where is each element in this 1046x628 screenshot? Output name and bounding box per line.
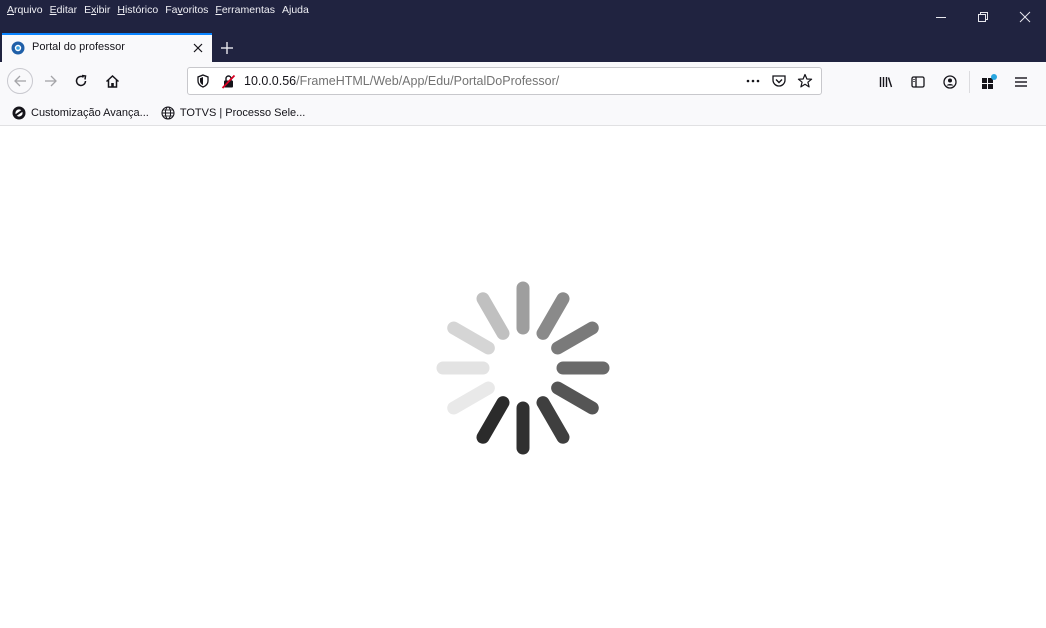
minimize-button[interactable] xyxy=(920,0,962,33)
sidebar-button[interactable] xyxy=(903,71,933,93)
bookmark-customizacao[interactable]: Customização Avança... xyxy=(12,106,149,120)
url-host: 10.0.0.56 xyxy=(244,74,297,88)
back-button[interactable] xyxy=(7,68,33,94)
close-icon xyxy=(1019,11,1031,22)
menu-bar: Arquivo Editar Exibir Histórico Favorito… xyxy=(7,3,309,17)
bookmark-label: TOTVS | Processo Sele... xyxy=(179,106,306,119)
restore-icon xyxy=(978,11,988,22)
menu-arquivo[interactable]: Arquivo xyxy=(7,3,43,17)
loading-spinner-icon xyxy=(436,281,610,455)
bookmarks-toolbar: Customização Avança... TOTVS | Processo … xyxy=(0,100,1046,126)
page-content xyxy=(0,127,1046,628)
globe-icon xyxy=(161,105,175,120)
menu-ferramentas[interactable]: Ferramentas xyxy=(215,3,275,17)
menu-historico[interactable]: Histórico xyxy=(117,3,158,17)
spinner-bar xyxy=(551,321,599,355)
url-actions xyxy=(743,71,815,91)
bookmark-label: Customização Avança... xyxy=(31,106,149,119)
reload-icon xyxy=(75,74,87,87)
extensions-button[interactable] xyxy=(974,71,1004,93)
page-actions-button[interactable] xyxy=(743,71,763,91)
plus-icon xyxy=(221,42,233,54)
library-button[interactable] xyxy=(871,71,901,93)
pocket-button[interactable] xyxy=(769,71,789,91)
home-icon xyxy=(105,74,119,88)
pocket-icon xyxy=(772,75,786,87)
star-icon xyxy=(797,73,813,88)
spinner-bar xyxy=(476,396,510,444)
close-icon xyxy=(193,43,203,53)
sidebar-icon xyxy=(911,76,925,88)
spinner-bar xyxy=(536,292,570,340)
insecure-lock-icon[interactable] xyxy=(221,74,236,89)
menu-favoritos[interactable]: Favoritos xyxy=(165,3,208,17)
url-path: /FrameHTML/Web/App/Edu/PortalDoProfessor… xyxy=(296,74,560,88)
extension-puzzle-icon xyxy=(982,74,997,89)
spinner-bar xyxy=(476,292,510,340)
minimize-icon xyxy=(936,16,946,18)
spinner-bar xyxy=(447,381,495,415)
tab-strip: Portal do professor xyxy=(0,33,1046,62)
ellipsis-icon xyxy=(746,79,760,83)
menu-exibir[interactable]: Exibir xyxy=(84,3,110,17)
spinner-bar xyxy=(447,321,495,355)
totvs-favicon-icon xyxy=(11,41,25,55)
close-window-button[interactable] xyxy=(1004,0,1046,33)
tab-close-button[interactable] xyxy=(190,40,206,56)
spinner-bar xyxy=(551,381,599,415)
library-icon xyxy=(879,77,893,88)
account-icon xyxy=(943,75,957,89)
hamburger-menu-icon xyxy=(1015,77,1027,87)
reload-button[interactable] xyxy=(68,69,94,93)
shield-icon[interactable] xyxy=(196,74,210,88)
home-button[interactable] xyxy=(99,69,125,93)
restore-button[interactable] xyxy=(962,0,1004,33)
totvs-circle-icon xyxy=(12,106,26,119)
spinner-bar xyxy=(536,396,570,444)
menu-ajuda[interactable]: Ajuda xyxy=(282,3,309,17)
account-button[interactable] xyxy=(935,71,965,93)
url-text[interactable]: 10.0.0.56/FrameHTML/Web/App/Edu/PortalDo… xyxy=(244,74,559,88)
bookmark-star-button[interactable] xyxy=(795,71,815,91)
window-controls xyxy=(920,0,1046,33)
menu-editar[interactable]: Editar xyxy=(50,3,77,17)
bookmark-totvs-processo[interactable]: TOTVS | Processo Sele... xyxy=(161,105,306,120)
tab-portal-do-professor[interactable]: Portal do professor xyxy=(2,33,212,62)
arrow-left-icon xyxy=(14,75,26,87)
toolbar-separator xyxy=(969,71,970,93)
navigation-toolbar: 10.0.0.56/FrameHTML/Web/App/Edu/PortalDo… xyxy=(0,62,1046,100)
new-tab-button[interactable] xyxy=(216,37,238,59)
toolbar-right xyxy=(871,71,1036,93)
title-bar: Arquivo Editar Exibir Histórico Favorito… xyxy=(0,0,1046,33)
arrow-right-icon xyxy=(45,75,57,87)
app-menu-button[interactable] xyxy=(1006,71,1036,93)
tab-title: Portal do professor xyxy=(32,41,125,53)
url-bar[interactable]: 10.0.0.56/FrameHTML/Web/App/Edu/PortalDo… xyxy=(187,67,822,95)
forward-button[interactable] xyxy=(38,69,64,93)
